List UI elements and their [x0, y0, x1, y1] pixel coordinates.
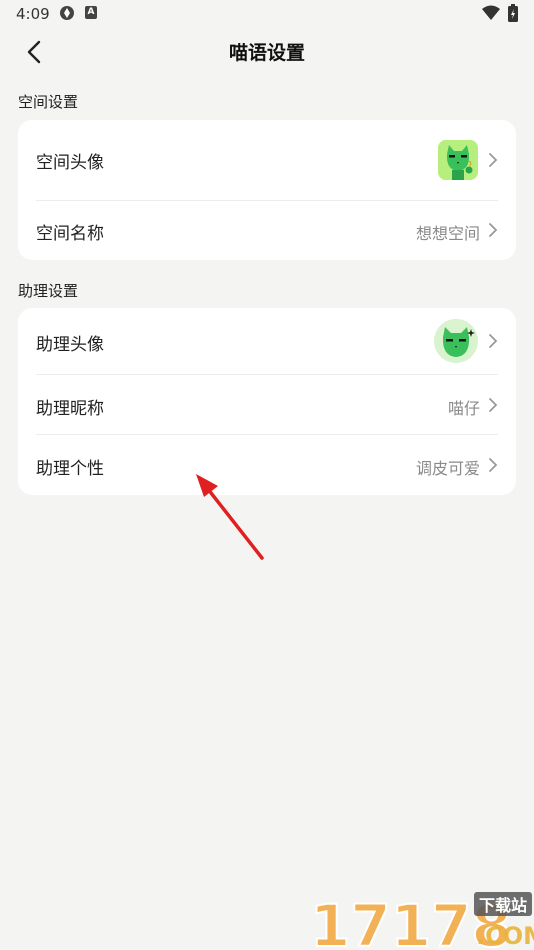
space-settings-card: 空间头像 空间名称 想想空间 — [18, 120, 516, 260]
assistant-personality-value: 调皮可爱 — [415, 459, 480, 478]
cat-avatar-icon — [438, 140, 478, 180]
assistant-avatar-row[interactable]: 助理头像 — [18, 308, 516, 375]
notification-a-icon: A — [85, 6, 97, 19]
cat-avatar-icon — [434, 319, 478, 363]
wifi-icon — [482, 5, 500, 20]
assistant-section-label: 助理设置 — [18, 282, 79, 300]
assistant-personality-label: 助理个性 — [36, 459, 104, 479]
chevron-right-icon — [489, 334, 498, 348]
chevron-right-icon — [489, 153, 498, 167]
battery-icon — [508, 4, 518, 22]
status-bar: 4:09 A — [0, 0, 534, 28]
space-section-label: 空间设置 — [18, 93, 79, 111]
app-status-icon — [60, 6, 74, 20]
chevron-right-icon — [489, 458, 498, 472]
assistant-nickname-row[interactable]: 助理昵称 喵仔 — [18, 375, 516, 435]
space-avatar-row[interactable]: 空间头像 — [18, 120, 516, 200]
svg-text:下载站: 下载站 — [479, 896, 527, 915]
annotation-arrow-icon — [196, 474, 264, 560]
space-avatar-label: 空间头像 — [36, 153, 104, 173]
assistant-avatar-image — [434, 319, 478, 363]
assistant-settings-card: 助理头像 助理昵称 喵仔 助理个性 调皮可爱 — [18, 308, 516, 495]
chevron-right-icon — [489, 223, 498, 237]
space-name-value: 想想空间 — [415, 224, 480, 243]
assistant-nickname-value: 喵仔 — [447, 399, 480, 418]
space-name-row[interactable]: 空间名称 想想空间 — [18, 200, 516, 260]
space-name-label: 空间名称 — [36, 224, 104, 244]
site-watermark-logo: 17178 下载站 .COM — [309, 891, 534, 950]
status-time: 4:09 — [16, 5, 50, 23]
svg-text:.COM: .COM — [476, 922, 534, 950]
assistant-nickname-label: 助理昵称 — [36, 399, 104, 419]
chevron-right-icon — [489, 398, 498, 412]
space-avatar-image — [438, 140, 478, 180]
page-title: 喵语设置 — [228, 42, 305, 64]
top-bar: 喵语设置 — [0, 28, 534, 76]
assistant-avatar-label: 助理头像 — [36, 335, 104, 355]
